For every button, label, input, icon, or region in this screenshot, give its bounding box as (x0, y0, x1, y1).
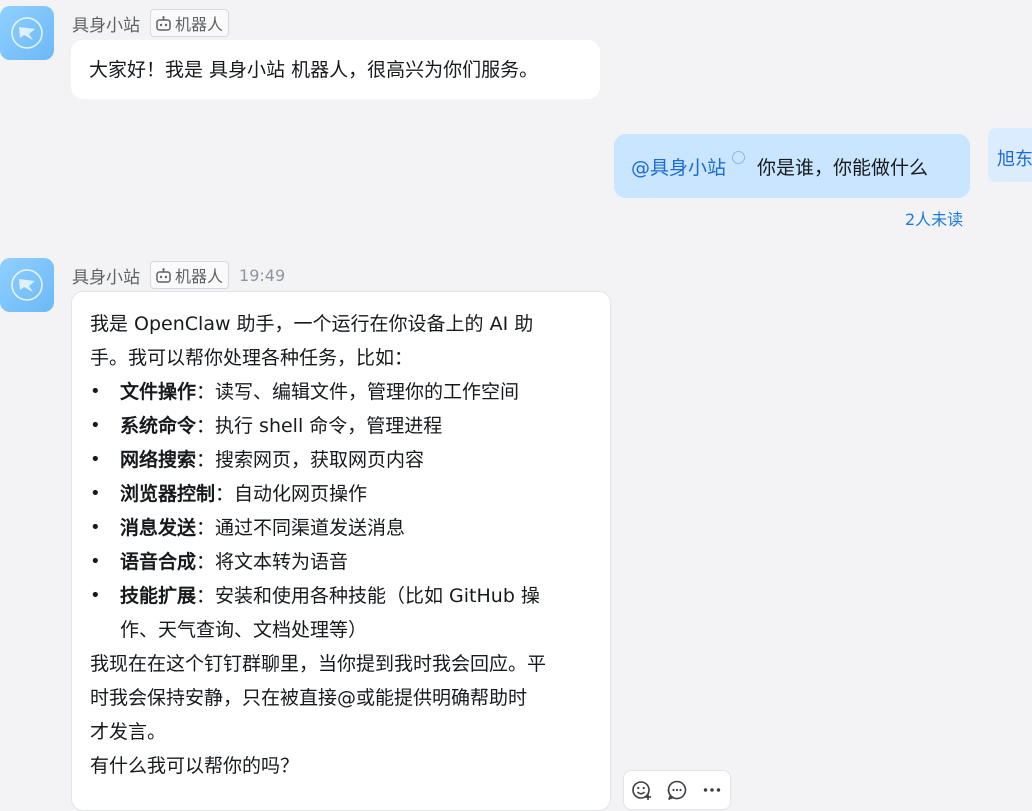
bullet-dot: • (90, 415, 101, 436)
list-item: • 网络搜索：搜索网页，获取网页内容 (90, 443, 590, 477)
list-item: • 系统命令：执行 shell 命令，管理进程 (90, 409, 590, 443)
bot-tag: 机器人 (150, 261, 230, 289)
message-line: 我是 OpenClaw 助手，一个运行在你设备上的 AI 助 (90, 313, 534, 335)
bot-logo-icon (11, 269, 43, 301)
list-item: • 技能扩展：安装和使用各种技能（比如 GitHub 操 作、天气查询、文档处理… (90, 579, 590, 647)
more-button[interactable] (698, 776, 726, 804)
avatar-bot[interactable] (0, 6, 54, 60)
list-item-title: 文件操作 (120, 381, 197, 403)
list-item-desc: ：读写、编辑文件，管理你的工作空间 (196, 381, 520, 403)
message-bubble[interactable]: 大家好！我是 具身小站 机器人，很高兴为你们服务。 (71, 40, 600, 99)
bot-logo-icon (11, 17, 43, 49)
message-action-bar (623, 770, 731, 810)
list-item-desc-cont: 作、天气查询、文档处理等） (120, 619, 368, 641)
message-text: 大家好！我是 具身小站 机器人，很高兴为你们服务。 (89, 58, 539, 81)
list-item-desc: ：安装和使用各种技能（比如 GitHub 操 (196, 585, 540, 607)
sender-name[interactable]: 具身小站 (72, 11, 140, 36)
bot-icon (156, 267, 171, 283)
list-item: • 浏览器控制：自动化网页操作 (90, 477, 590, 511)
message-line: 手。我可以帮你处理各种任务，比如： (90, 347, 414, 369)
more-icon (704, 788, 721, 792)
bullet-dot: • (90, 551, 101, 572)
list-item-desc: ：通过不同渠道发送消息 (196, 517, 406, 539)
message-line: 时我会保持安静，只在被直接@或能提供明确帮助时 (90, 687, 528, 709)
list-item-desc: ：将文本转为语音 (196, 551, 349, 573)
bullet-dot: • (90, 585, 101, 606)
message-line: 我现在在这个钉钉群聊里，当你提到我时我会回应。平 (90, 653, 547, 675)
list-item: • 消息发送：通过不同渠道发送消息 (90, 511, 590, 545)
add-reaction-icon (631, 781, 651, 800)
list-item-desc: ：自动化网页操作 (215, 483, 368, 505)
sender-row: 具身小站 机器人 19:49 (72, 261, 285, 289)
bullet-dot: • (90, 483, 101, 504)
self-message-bubble[interactable]: @具身小站 你是谁，你能做什么 (614, 134, 970, 198)
bot-tag: 机器人 (150, 9, 230, 37)
list-item-desc: ：执行 shell 命令，管理进程 (196, 415, 443, 437)
bullet-dot: • (90, 449, 101, 470)
bot-tag-label: 机器人 (175, 15, 224, 34)
bot-tag-label: 机器人 (175, 267, 224, 286)
list-item-title: 技能扩展 (120, 585, 197, 607)
list-item-title: 浏览器控制 (120, 483, 216, 505)
bot-icon (156, 15, 171, 31)
bullet-dot: • (90, 381, 101, 402)
list-item: • 语音合成：将文本转为语音 (90, 545, 590, 579)
mention-link[interactable]: @具身小站 (614, 153, 726, 180)
reply-comment-button[interactable] (663, 776, 691, 804)
list-item-title: 系统命令 (120, 415, 197, 437)
list-item-desc: ：搜索网页，获取网页内容 (196, 449, 425, 471)
message-time: 19:49 (239, 265, 286, 285)
reply-comment-icon (667, 780, 687, 800)
list-item-title: 网络搜索 (120, 449, 197, 471)
list-item: • 文件操作：读写、编辑文件，管理你的工作空间 (90, 375, 590, 409)
avatar-bot[interactable] (0, 258, 54, 312)
message-bubble[interactable]: 我是 OpenClaw 助手，一个运行在你设备上的 AI 助 手。我可以帮你处理… (71, 291, 611, 811)
message-text: 你是谁，你能做什么 (757, 156, 929, 179)
peer-avatar[interactable]: 旭东 (988, 128, 1032, 182)
unread-count[interactable]: 2人未读 (905, 206, 963, 230)
sender-name[interactable]: 具身小站 (72, 263, 140, 288)
read-status-icon (732, 150, 746, 164)
list-item-title: 消息发送 (120, 517, 197, 539)
list-item-title: 语音合成 (120, 551, 197, 573)
bullet-dot: • (90, 517, 101, 538)
sender-row: 具身小站 机器人 (72, 9, 230, 37)
message-line: 有什么我可以帮你的吗？ (90, 755, 300, 777)
add-reaction-button[interactable] (628, 776, 656, 804)
message-line: 才发言。 (90, 721, 167, 743)
